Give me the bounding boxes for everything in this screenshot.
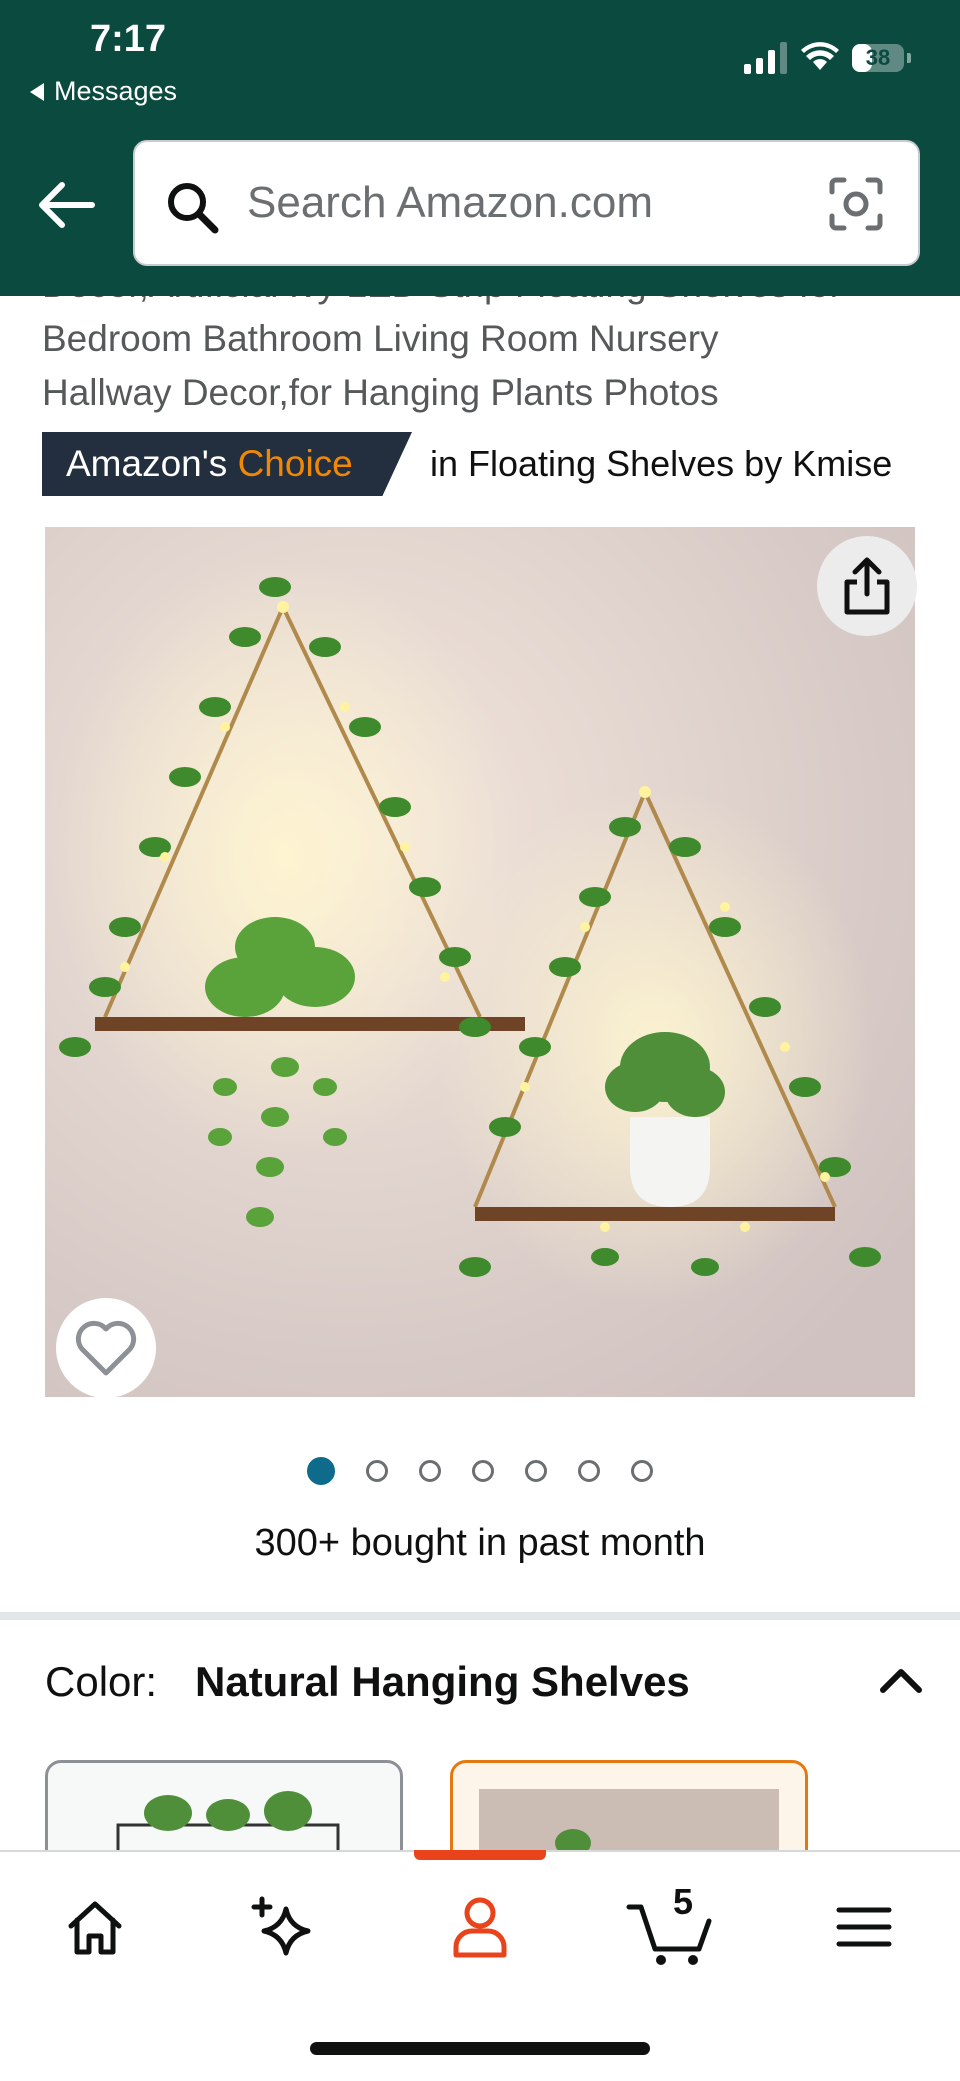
- badge-category: in Floating Shelves by Kmise: [430, 443, 893, 484]
- color-value: Natural Hanging Shelves: [195, 1658, 690, 1705]
- search-placeholder: Search Amazon.com: [247, 178, 653, 227]
- status-time: 7:17: [90, 18, 167, 60]
- carousel-dot[interactable]: [631, 1460, 653, 1482]
- carousel-dot[interactable]: [472, 1460, 494, 1482]
- ai-sparkle-icon: [251, 1896, 311, 1956]
- nav-account[interactable]: [430, 1882, 530, 1972]
- product-title-line: Hallway Decor,for Hanging Plants Photos: [42, 372, 719, 413]
- wishlist-button[interactable]: [56, 1298, 156, 1398]
- amazons-choice-badge: Amazon's Choice: [42, 432, 412, 496]
- bottom-navigation: 5: [0, 1850, 960, 2081]
- cart-icon: [626, 1904, 712, 1965]
- color-label: Color:: [45, 1658, 158, 1705]
- nav-cart[interactable]: 5: [620, 1881, 720, 1972]
- app-header: 7:17 Messages 38 Search Amazon.com: [0, 0, 960, 296]
- menu-icon: [836, 1907, 892, 1947]
- amazons-choice-row[interactable]: Amazon's Choice in Floating Shelves by K…: [42, 432, 942, 496]
- camera-scan-icon[interactable]: [828, 176, 884, 232]
- nav-home[interactable]: [45, 1882, 145, 1972]
- back-app-label: Messages: [54, 76, 178, 106]
- cart-wrapper: 5: [625, 1881, 715, 1967]
- product-title-line: Bedroom Bathroom Living Room Nursery: [42, 318, 719, 359]
- nav-menu[interactable]: [814, 1882, 914, 1972]
- badge-choice: Choice: [237, 443, 353, 484]
- active-tab-indicator: [414, 1850, 546, 1860]
- back-to-messages[interactable]: Messages: [30, 76, 177, 107]
- nav-ai-assistant[interactable]: [236, 1882, 336, 1972]
- carousel-dot[interactable]: [578, 1460, 600, 1482]
- color-selector-header[interactable]: Color: Natural Hanging Shelves: [45, 1658, 925, 1718]
- heart-icon: [75, 1320, 137, 1376]
- carousel-dot[interactable]: [419, 1460, 441, 1482]
- carousel-dot[interactable]: [307, 1457, 335, 1485]
- home-indicator: [310, 2042, 650, 2055]
- image-carousel-dots[interactable]: [0, 1457, 960, 1485]
- section-divider: [0, 1612, 960, 1620]
- account-icon: [453, 1897, 507, 1958]
- search-icon: [168, 183, 219, 234]
- home-icon: [68, 1901, 122, 1955]
- battery-level: 38: [865, 45, 891, 70]
- carousel-dot[interactable]: [366, 1460, 388, 1482]
- share-button[interactable]: [817, 536, 917, 636]
- bought-in-past-month: 300+ bought in past month: [254, 1522, 706, 1564]
- search-input[interactable]: Search Amazon.com: [133, 140, 920, 266]
- wifi-icon: [801, 42, 839, 70]
- product-photo: [45, 527, 915, 1397]
- back-triangle-icon: [30, 82, 44, 101]
- chevron-up-icon[interactable]: [877, 1664, 925, 1694]
- carousel-dot[interactable]: [525, 1460, 547, 1482]
- badge-prefix: Amazon's: [66, 443, 238, 484]
- share-icon: [844, 557, 890, 615]
- cellular-signal-icon: [744, 40, 787, 74]
- product-image[interactable]: [45, 527, 915, 1397]
- battery-icon: 38: [852, 44, 911, 72]
- arrow-left-icon[interactable]: [34, 180, 96, 230]
